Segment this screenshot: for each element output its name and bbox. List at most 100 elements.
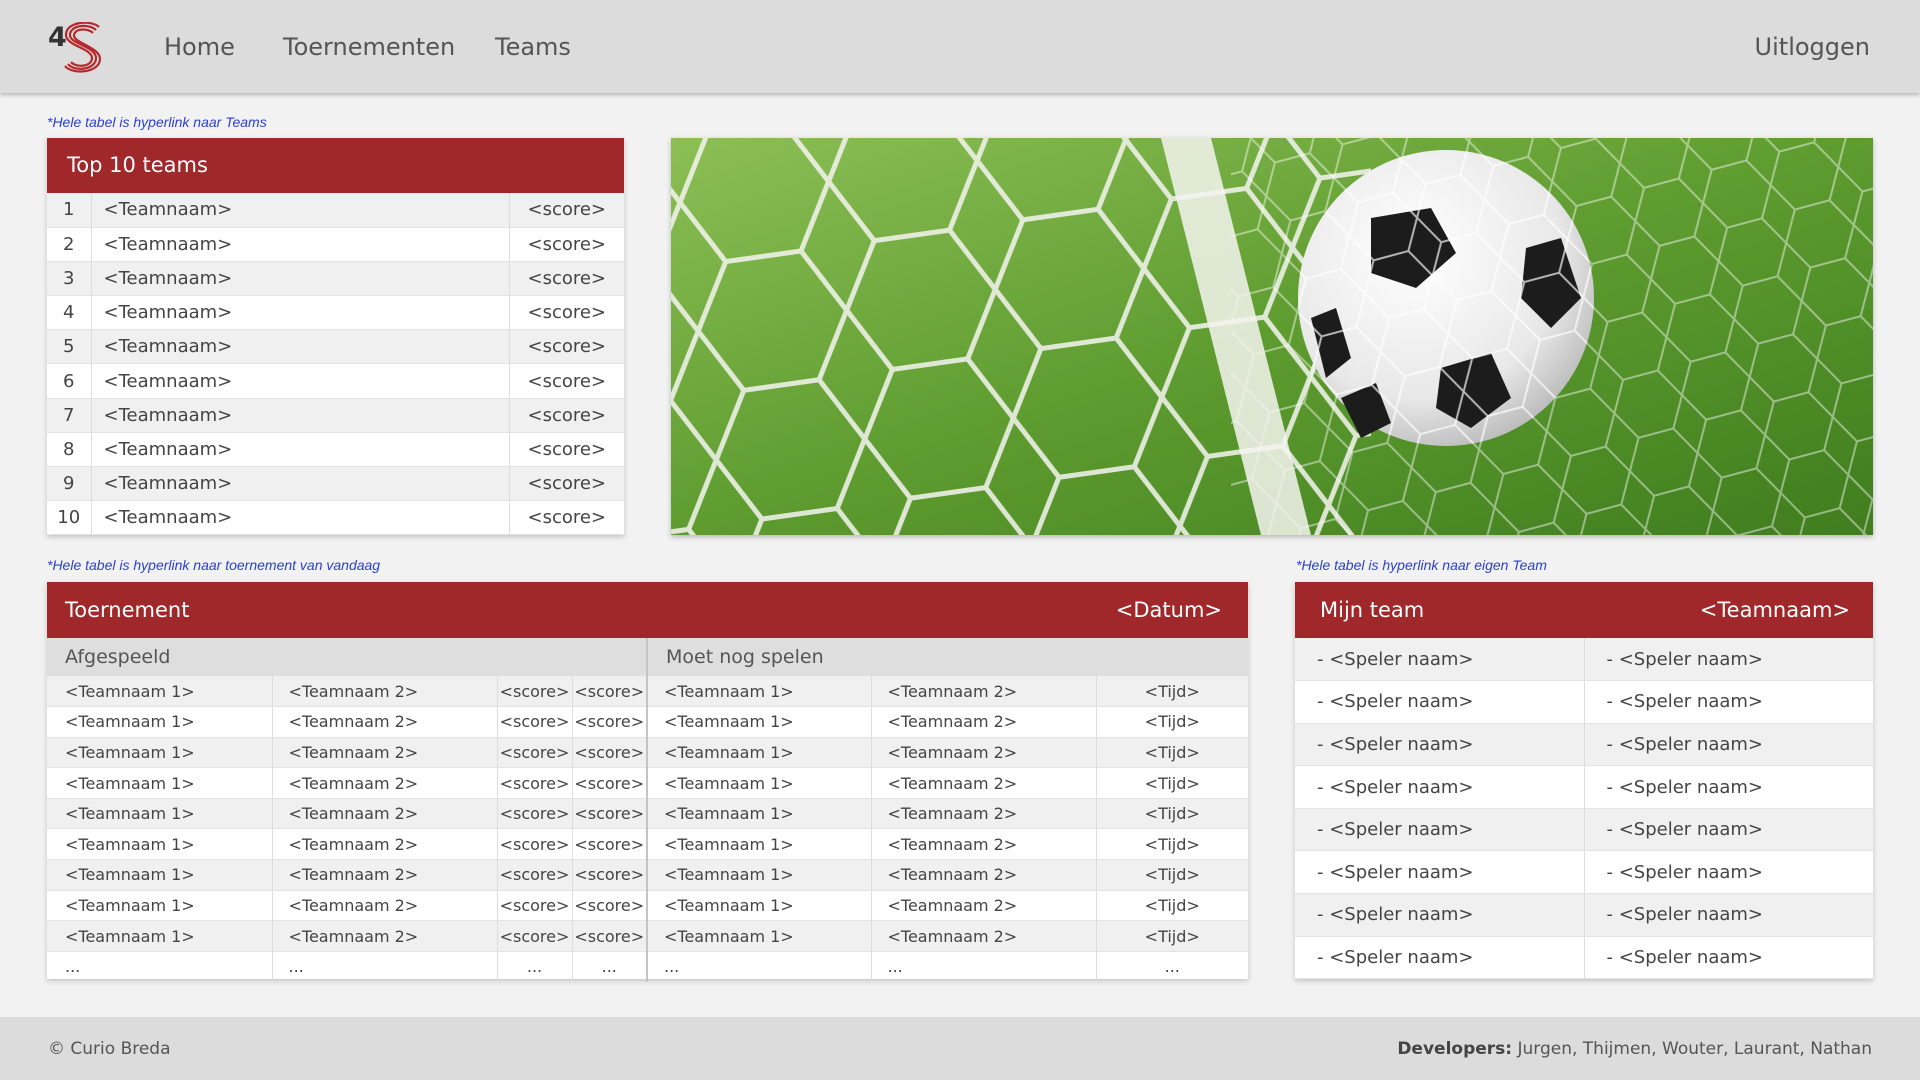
player-name: - <Speler naam>	[1584, 808, 1873, 852]
nav-home[interactable]: Home	[164, 33, 235, 61]
played-score1: <score>	[497, 737, 573, 769]
developers-names: Jurgen, Thijmen, Wouter, Laurant, Nathan	[1517, 1039, 1872, 1059]
match-row: <Teamnaam 1> <Teamnaam 2> <score> <score> <T…	[47, 859, 1248, 891]
top10-name: <Teamnaam>	[91, 466, 510, 502]
upcoming-time: <Tijd>	[1096, 828, 1248, 861]
top10-rank: 7	[47, 398, 92, 433]
navbar: 4 Home Toernementen Teams Uitloggen	[0, 0, 1920, 93]
top10-rank: 5	[47, 329, 92, 365]
match-row: .....................	[47, 951, 1248, 983]
played-team1: <Teamnaam 1>	[47, 737, 273, 769]
nav-teams[interactable]: Teams	[495, 33, 571, 61]
footer: © Curio Breda Developers: Jurgen, Thijme…	[0, 1017, 1920, 1080]
top10-name: <Teamnaam>	[91, 329, 510, 365]
player-name: - <Speler naam>	[1295, 936, 1585, 980]
logout-link[interactable]: Uitloggen	[1755, 33, 1870, 61]
player-row: - <Speler naam> - <Speler naam>	[1295, 893, 1873, 937]
top10-rank: 2	[47, 227, 92, 262]
top10-name: <Teamnaam>	[91, 193, 510, 228]
player-name: - <Speler naam>	[1584, 936, 1873, 980]
top10-row: 3 <Teamnaam> <score>	[47, 261, 624, 297]
match-row: <Teamnaam 1> <Teamnaam 2> <score> <score> <T…	[47, 706, 1248, 738]
upcoming-team1: ...	[647, 951, 872, 983]
note-mijn-team: *Hele tabel is hyperlink naar eigen Team	[1296, 557, 1547, 573]
match-row: <Teamnaam 1> <Teamnaam 2> <score> <score> <T…	[47, 828, 1248, 861]
player-name: - <Speler naam>	[1295, 765, 1585, 809]
played-score2: <score>	[572, 676, 648, 708]
mijn-team-title: Mijn team	[1320, 598, 1425, 622]
player-name: - <Speler naam>	[1295, 808, 1585, 852]
upcoming-time: <Tijd>	[1096, 859, 1248, 891]
played-score1: <score>	[497, 920, 573, 952]
upcoming-team2: <Teamnaam 2>	[871, 920, 1097, 952]
mijn-team-table[interactable]: Mijn team <Teamnaam> - <Speler naam> - <S…	[1295, 582, 1873, 980]
played-team2: <Teamnaam 2>	[272, 706, 498, 738]
upcoming-team2: <Teamnaam 2>	[871, 890, 1097, 922]
top10-score: <score>	[509, 432, 624, 468]
played-score2: <score>	[572, 737, 648, 769]
upcoming-team1: <Teamnaam 1>	[647, 737, 872, 769]
note-toernement: *Hele tabel is hyperlink naar toernement…	[47, 557, 381, 573]
toernement-title: Toernement	[65, 598, 190, 622]
upcoming-team1: <Teamnaam 1>	[647, 767, 872, 799]
player-row: - <Speler naam> - <Speler naam>	[1295, 765, 1873, 809]
toernement-datum: <Datum>	[1115, 598, 1222, 622]
developers-label: Developers:	[1397, 1039, 1513, 1059]
logo[interactable]: 4	[48, 22, 104, 74]
played-score2: <score>	[572, 859, 648, 891]
played-score2: <score>	[572, 706, 648, 738]
toernement-table[interactable]: Toernement <Datum> Afgespeeld Moet nog s…	[47, 582, 1248, 983]
player-name: - <Speler naam>	[1295, 723, 1585, 767]
played-team2: <Teamnaam 2>	[272, 890, 498, 922]
top10-score: <score>	[509, 261, 624, 297]
player-row: - <Speler naam> - <Speler naam>	[1295, 638, 1873, 682]
played-team1: <Teamnaam 1>	[47, 859, 273, 891]
player-row: - <Speler naam> - <Speler naam>	[1295, 680, 1873, 724]
upcoming-team1: <Teamnaam 1>	[647, 828, 872, 861]
top10-list: 1 <Teamnaam> <score> 2 <Teamnaam> <score> 3 <Te…	[47, 193, 624, 536]
mijn-team-players: - <Speler naam> - <Speler naam> - <Speler …	[1295, 638, 1873, 980]
player-name: - <Speler naam>	[1584, 850, 1873, 895]
player-name: - <Speler naam>	[1295, 680, 1585, 724]
played-team2: <Teamnaam 2>	[272, 767, 498, 799]
played-score2: <score>	[572, 890, 648, 922]
played-score1: <score>	[497, 798, 573, 830]
top10-table[interactable]: Top 10 teams 1 <Teamnaam> <score> 2 <Teamnaa…	[47, 138, 624, 536]
mijn-team-header: Mijn team <Teamnaam>	[1295, 582, 1873, 638]
top10-rank: 6	[47, 363, 92, 399]
played-team1: <Teamnaam 1>	[47, 706, 273, 738]
played-score1: <score>	[497, 676, 573, 708]
hero-image	[671, 138, 1873, 535]
upcoming-team2: <Teamnaam 2>	[871, 737, 1097, 769]
player-name: - <Speler naam>	[1584, 680, 1873, 724]
upcoming-team1: <Teamnaam 1>	[647, 859, 872, 891]
top10-row: 6 <Teamnaam> <score>	[47, 363, 624, 399]
nav-toernementen[interactable]: Toernementen	[283, 33, 455, 61]
played-score1: <score>	[497, 828, 573, 861]
match-row: <Teamnaam 1> <Teamnaam 2> <score> <score> <T…	[47, 676, 1248, 708]
played-team1: <Teamnaam 1>	[47, 890, 273, 922]
top10-name: <Teamnaam>	[91, 363, 510, 399]
match-row: <Teamnaam 1> <Teamnaam 2> <score> <score> <T…	[47, 767, 1248, 799]
player-name: - <Speler naam>	[1584, 893, 1873, 937]
player-row: - <Speler naam> - <Speler naam>	[1295, 723, 1873, 767]
upcoming-team1: <Teamnaam 1>	[647, 798, 872, 830]
top10-rank: 8	[47, 432, 92, 468]
top10-row: 8 <Teamnaam> <score>	[47, 432, 624, 468]
upcoming-team2: <Teamnaam 2>	[871, 859, 1097, 891]
afgespeeld-label: Afgespeeld	[47, 638, 648, 676]
match-row: <Teamnaam 1> <Teamnaam 2> <score> <score> <T…	[47, 890, 1248, 922]
match-row: <Teamnaam 1> <Teamnaam 2> <score> <score> <T…	[47, 737, 1248, 769]
footer-developers: Developers: Jurgen, Thijmen, Wouter, Lau…	[1397, 1039, 1872, 1059]
upcoming-time: <Tijd>	[1096, 890, 1248, 922]
played-team1: <Teamnaam 1>	[47, 798, 273, 830]
played-score2: <score>	[572, 828, 648, 861]
top10-row: 4 <Teamnaam> <score>	[47, 295, 624, 331]
played-team1: <Teamnaam 1>	[47, 676, 273, 708]
player-name: - <Speler naam>	[1295, 638, 1585, 682]
moet-nog-spelen-label: Moet nog spelen	[666, 646, 824, 668]
top10-score: <score>	[509, 295, 624, 331]
player-row: - <Speler naam> - <Speler naam>	[1295, 936, 1873, 980]
played-team2: ...	[272, 951, 498, 983]
footer-copyright: © Curio Breda	[48, 1039, 171, 1059]
